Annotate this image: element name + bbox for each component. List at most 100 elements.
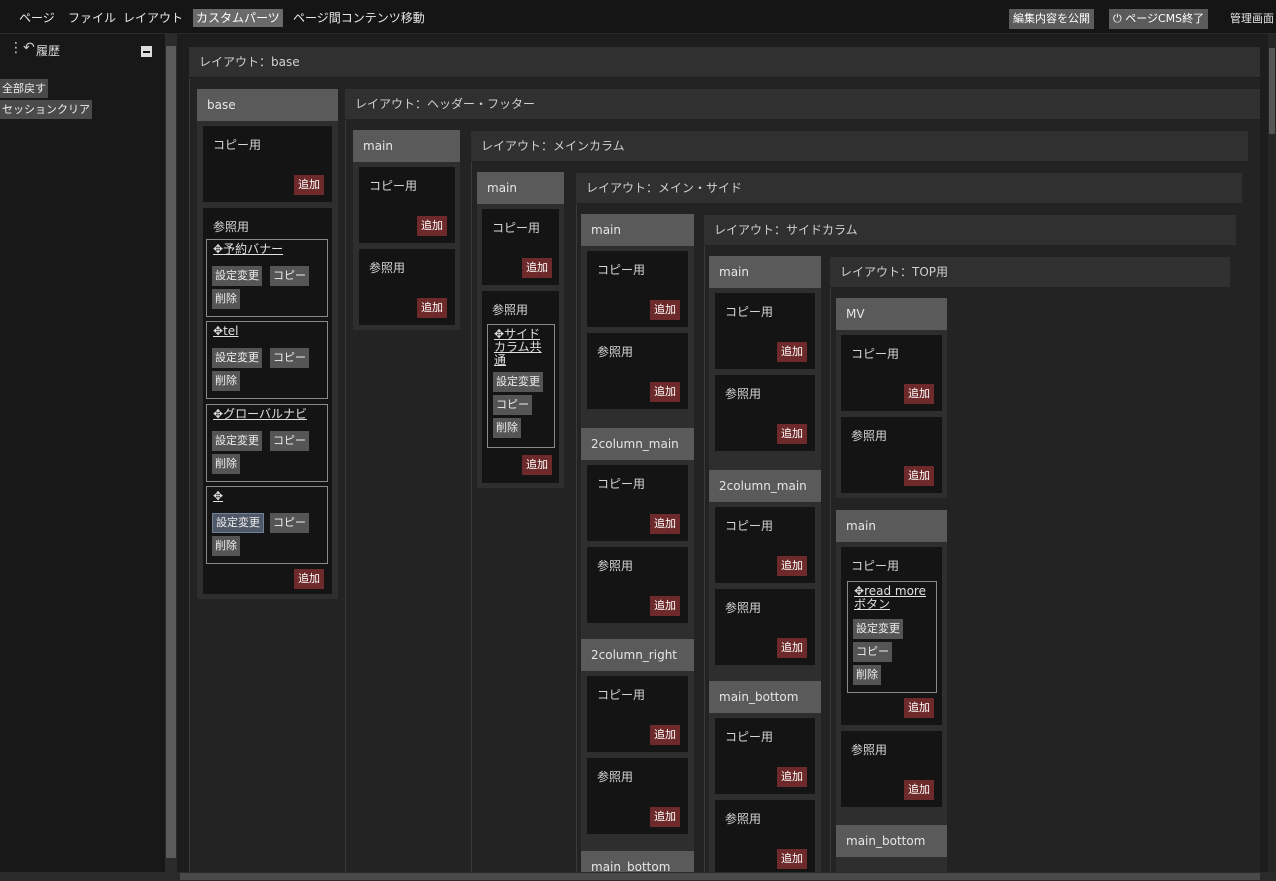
ref-panel: 参照用 追加 xyxy=(715,800,815,872)
ref-label: 参照用 xyxy=(597,770,634,784)
copy-button[interactable]: コピー xyxy=(270,431,309,451)
add-button[interactable]: 追加 xyxy=(777,767,807,787)
add-button[interactable]: 追加 xyxy=(650,514,680,534)
top-menu-bar: ページ ファイル レイアウト カスタムパーツ ページ間コンテンツ移動 編集内容を… xyxy=(0,0,1276,34)
part-untitled: ✥ 設定変更 コピー 削除 xyxy=(206,486,328,564)
layout-bar-header-footer: レイアウト：ヘッダー・フッター xyxy=(345,89,1260,119)
admin-link[interactable]: 管理画面 xyxy=(1230,10,1274,28)
copy-button[interactable]: コピー xyxy=(493,395,532,415)
settings-button[interactable]: 設定変更 xyxy=(212,513,264,533)
copy-panel: コピー用 ✥read moreボタン 設定変更 コピー 削除 追加 xyxy=(841,547,942,725)
add-button[interactable]: 追加 xyxy=(650,807,680,827)
menu-page[interactable]: ページ xyxy=(19,9,55,27)
menu-file[interactable]: ファイル xyxy=(68,9,116,27)
add-button[interactable]: 追加 xyxy=(650,382,680,402)
copy-label: コピー用 xyxy=(369,179,418,193)
column-header: main xyxy=(581,214,694,246)
vertical-scrollbar[interactable] xyxy=(1268,34,1276,872)
ref-panel: 参照用 追加 xyxy=(841,731,942,807)
add-button[interactable]: 追加 xyxy=(522,258,552,278)
add-button[interactable]: 追加 xyxy=(650,300,680,320)
add-button[interactable]: 追加 xyxy=(294,175,324,195)
move-icon[interactable]: ✥ xyxy=(213,242,223,256)
delete-button[interactable]: 削除 xyxy=(212,371,240,391)
copy-label: コピー用 xyxy=(851,559,900,573)
column-header: 2column_right xyxy=(581,639,694,671)
delete-button[interactable]: 削除 xyxy=(853,665,881,685)
copy-panel: コピー用 追加 xyxy=(715,507,815,583)
settings-button[interactable]: 設定変更 xyxy=(212,266,262,286)
add-button[interactable]: 追加 xyxy=(294,569,324,589)
add-button[interactable]: 追加 xyxy=(904,780,934,800)
part-title[interactable]: ✥tel xyxy=(213,325,238,338)
add-button[interactable]: 追加 xyxy=(777,638,807,658)
layout-bar-main-side: レイアウト：メイン・サイド xyxy=(576,173,1242,203)
part-title[interactable]: ✥read moreボタン xyxy=(854,585,934,611)
part-title[interactable]: ✥グローバルナビ xyxy=(213,408,307,421)
add-button[interactable]: 追加 xyxy=(777,556,807,576)
part-title[interactable]: ✥予約バナー xyxy=(213,243,283,256)
add-button[interactable]: 追加 xyxy=(777,424,807,444)
session-clear-button[interactable]: セッションクリア xyxy=(0,100,92,119)
add-button[interactable]: 追加 xyxy=(777,849,807,869)
copy-label: コピー用 xyxy=(725,305,774,319)
add-button[interactable]: 追加 xyxy=(417,216,447,236)
copy-panel: コピー用 追加 xyxy=(587,465,688,541)
column-header: MV xyxy=(836,298,947,330)
sidebar-scrollbar[interactable] xyxy=(165,34,177,872)
column-main-1: main コピー用 追加 参照用 追加 xyxy=(353,130,460,330)
copy-button[interactable]: コピー xyxy=(270,266,309,286)
column-header: base xyxy=(197,89,338,121)
copy-button[interactable]: コピー xyxy=(270,348,309,368)
copy-panel: コピー用 追加 xyxy=(715,293,815,369)
move-icon[interactable]: ✥ xyxy=(854,584,864,598)
copy-button[interactable]: コピー xyxy=(853,642,892,662)
copy-label: コピー用 xyxy=(725,519,774,533)
add-button[interactable]: 追加 xyxy=(417,298,447,318)
add-button[interactable]: 追加 xyxy=(777,342,807,362)
add-button[interactable]: 追加 xyxy=(904,466,934,486)
settings-button[interactable]: 設定変更 xyxy=(212,431,262,451)
layout-bar-base: レイアウト：base xyxy=(189,47,1260,77)
settings-button[interactable]: 設定変更 xyxy=(853,619,903,639)
history-icon: ⋮↶ xyxy=(9,40,35,56)
layout-bar-side-column: レイアウト：サイドカラム xyxy=(704,215,1236,245)
add-button[interactable]: 追加 xyxy=(650,725,680,745)
delete-button[interactable]: 削除 xyxy=(212,536,240,556)
copy-panel: コピー用 追加 xyxy=(482,209,559,285)
copy-label: コピー用 xyxy=(851,347,900,361)
publish-button[interactable]: 編集内容を公開 xyxy=(1009,9,1094,29)
move-icon[interactable]: ✥ xyxy=(494,327,504,341)
move-icon[interactable]: ✥ xyxy=(213,490,223,503)
revert-all-button[interactable]: 全部戻す xyxy=(0,79,48,98)
add-button[interactable]: 追加 xyxy=(522,455,552,475)
column-main-3: main コピー用 追加 参照用 追加 2column_main コピー用 追加… xyxy=(581,214,694,872)
part-title[interactable]: ✥サイドカラム共通 xyxy=(494,328,552,367)
cms-exit-button[interactable]: ⏻ ページCMS終了 xyxy=(1109,9,1209,29)
column-header: main_bottom xyxy=(836,825,947,857)
menu-custom-parts[interactable]: カスタムパーツ xyxy=(193,9,283,27)
menu-layout[interactable]: レイアウト xyxy=(123,9,183,27)
copy-label: コピー用 xyxy=(597,688,646,702)
delete-button[interactable]: 削除 xyxy=(493,418,521,438)
delete-button[interactable]: 削除 xyxy=(212,289,240,309)
collapse-icon[interactable] xyxy=(141,46,152,57)
delete-button[interactable]: 削除 xyxy=(212,454,240,474)
copy-panel: コピー用 追加 xyxy=(587,251,688,327)
ref-panel: 参照用 追加 xyxy=(359,249,455,325)
ref-panel: 参照用 ✥予約バナー 設定変更 コピー 削除 ✥tel 設定変更 コピー 削除 … xyxy=(203,208,332,594)
move-icon[interactable]: ✥ xyxy=(213,407,223,421)
move-icon[interactable]: ✥ xyxy=(213,324,223,338)
copy-panel: コピー用 追加 xyxy=(359,167,455,243)
column-main-4: main コピー用 追加 参照用 追加 2column_main コピー用 追加… xyxy=(709,256,821,872)
settings-button[interactable]: 設定変更 xyxy=(493,372,543,392)
copy-button[interactable]: コピー xyxy=(270,513,309,533)
add-button[interactable]: 追加 xyxy=(904,698,934,718)
ref-label: 参照用 xyxy=(213,220,250,234)
layout-canvas: レイアウト：base base コピー用 追加 参照用 ✥予約バナー 設定変更 … xyxy=(177,34,1268,872)
settings-button[interactable]: 設定変更 xyxy=(212,348,262,368)
horizontal-scrollbar[interactable] xyxy=(0,872,1276,881)
add-button[interactable]: 追加 xyxy=(650,596,680,616)
menu-move-content[interactable]: ページ間コンテンツ移動 xyxy=(293,9,425,27)
add-button[interactable]: 追加 xyxy=(904,384,934,404)
